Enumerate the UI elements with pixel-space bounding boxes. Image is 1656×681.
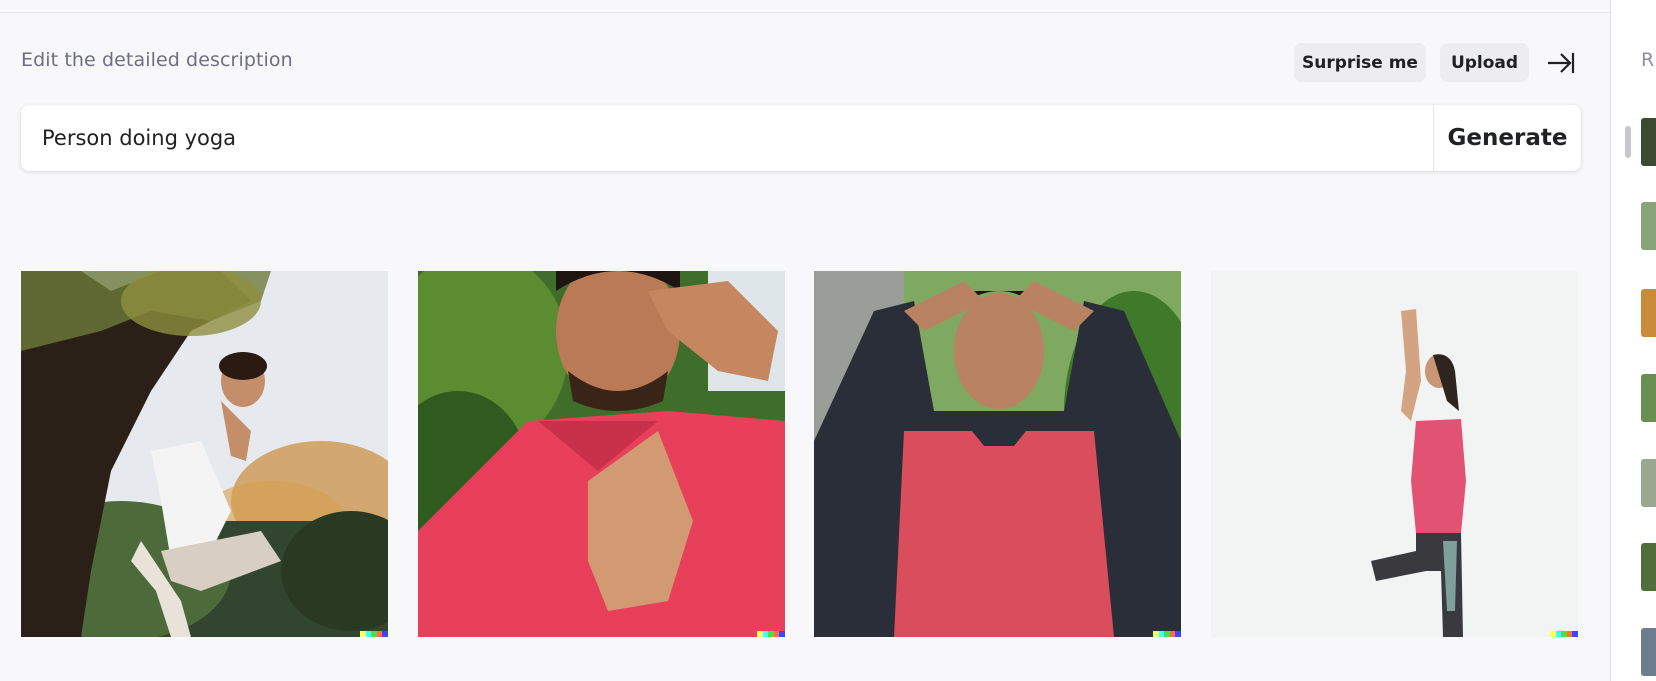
editor-main: Edit the detailed description Surprise m…: [0, 0, 1610, 681]
result-image-3[interactable]: [814, 271, 1181, 637]
signature-mark: [360, 631, 388, 637]
description-label: Edit the detailed description: [21, 49, 293, 71]
history-thumbnail[interactable]: [1641, 202, 1656, 250]
history-scrollbar[interactable]: [1625, 126, 1631, 158]
history-thumbnail[interactable]: [1641, 459, 1656, 507]
man-red-shirt-image: [418, 271, 785, 637]
results-grid: [21, 271, 1581, 637]
generate-button[interactable]: Generate: [1433, 105, 1581, 171]
prompt-input[interactable]: [21, 105, 1433, 171]
upload-button[interactable]: Upload: [1440, 43, 1529, 82]
result-image-2[interactable]: [418, 271, 785, 637]
surprise-me-button[interactable]: Surprise me: [1294, 43, 1426, 82]
history-thumbnail[interactable]: [1641, 628, 1656, 676]
history-thumbnail[interactable]: [1641, 289, 1656, 337]
collapse-panel-icon[interactable]: [1546, 50, 1576, 76]
history-thumbnail[interactable]: [1641, 118, 1656, 166]
result-image-4[interactable]: [1211, 271, 1578, 637]
history-panel: R: [1610, 0, 1656, 681]
prompt-bar: Generate: [21, 105, 1581, 171]
yoga-under-tree-image: [21, 271, 388, 637]
signature-mark: [1550, 631, 1578, 637]
woman-tree-pose-image: [1211, 271, 1578, 637]
history-thumbnail[interactable]: [1641, 543, 1656, 591]
signature-mark: [1153, 631, 1181, 637]
history-title: R: [1641, 49, 1655, 71]
signature-mark: [757, 631, 785, 637]
man-hands-on-head-image: [814, 271, 1181, 637]
result-image-1[interactable]: [21, 271, 388, 637]
history-thumbnail[interactable]: [1641, 374, 1656, 422]
